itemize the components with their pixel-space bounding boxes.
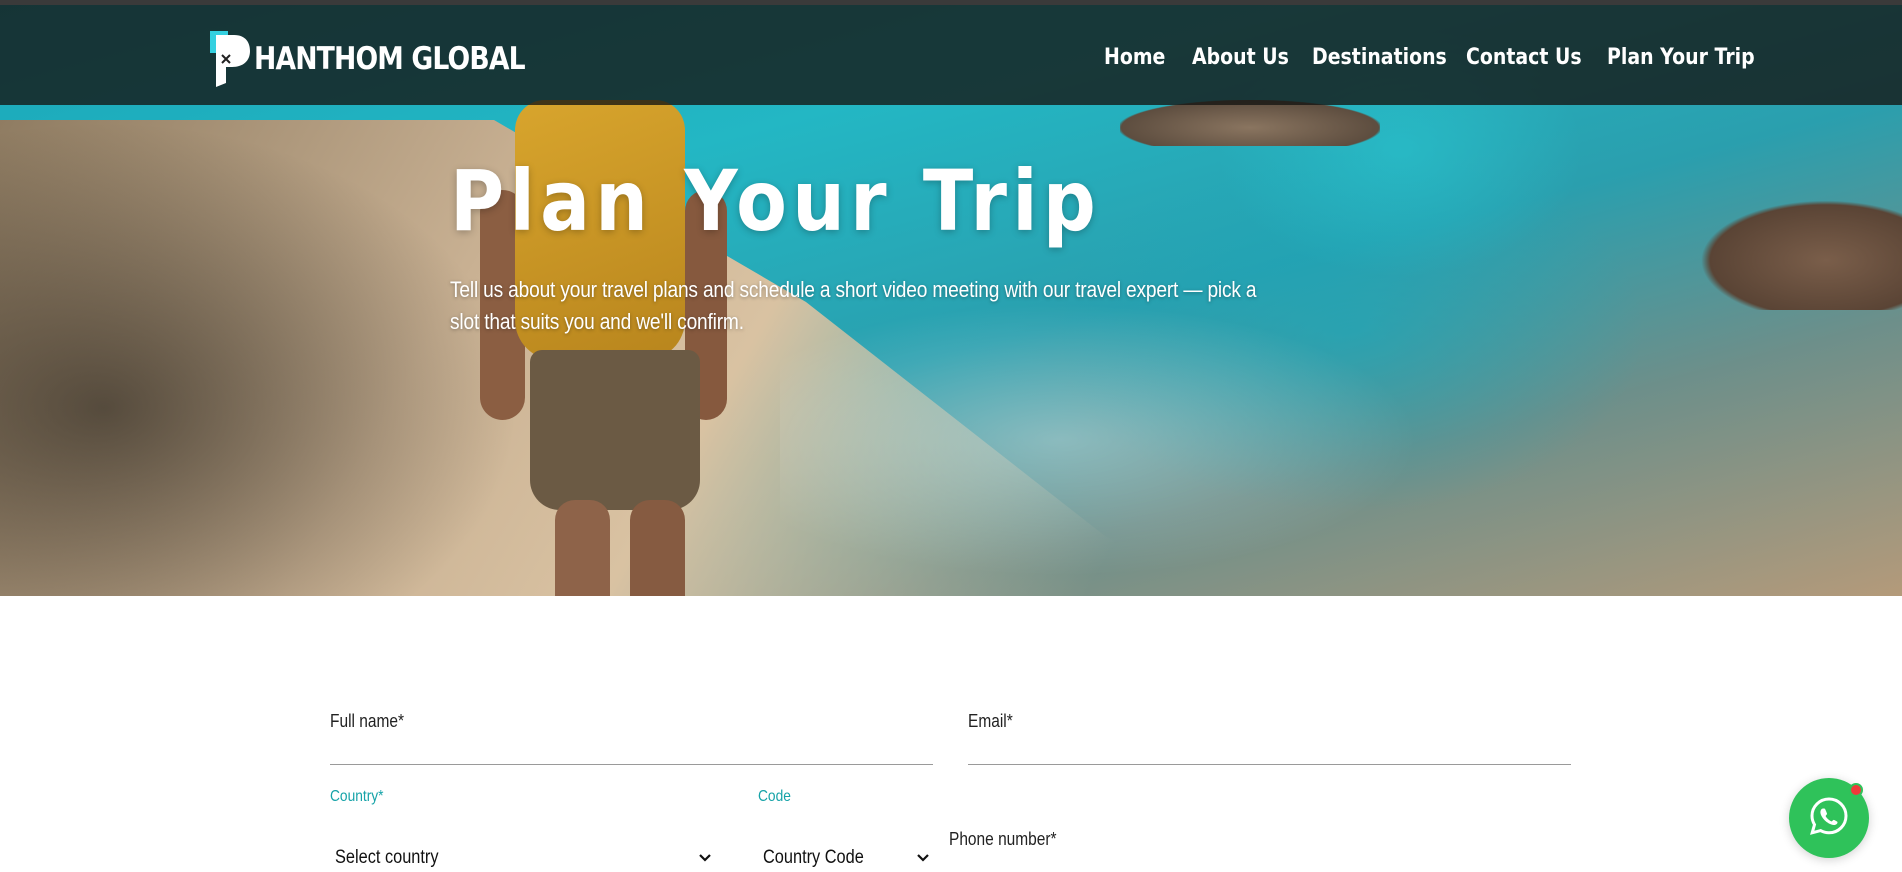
nav-home[interactable]: Home (1104, 45, 1165, 70)
email-field[interactable] (968, 764, 1571, 765)
country-select[interactable]: Select country (335, 845, 713, 871)
nav-plan-your-trip[interactable]: Plan Your Trip (1607, 45, 1755, 70)
nav-contact-us[interactable]: Contact Us (1466, 45, 1582, 70)
main-nav: Home About Us Destinations Contact Us Pl… (1104, 45, 1755, 70)
full-name-label: Full name* (330, 711, 405, 731)
page-subtitle: Tell us about your travel plans and sche… (450, 277, 1257, 334)
whatsapp-icon (1807, 794, 1851, 843)
page-title: Plan Your Trip (450, 152, 1102, 250)
chevron-down-icon (915, 850, 931, 866)
hero-rocks-right (1700, 200, 1902, 310)
email-label: Email* (968, 711, 1013, 731)
full-name-field[interactable] (330, 764, 933, 765)
brand-logo[interactable]: HANTHOM GLOBAL (210, 29, 569, 89)
country-select-value: Select country (335, 847, 439, 868)
hero-shade (0, 120, 520, 596)
country-code-select[interactable]: Country Code (763, 845, 931, 871)
country-code-value: Country Code (763, 847, 864, 868)
whatsapp-button[interactable] (1789, 778, 1869, 858)
logo-icon (210, 31, 250, 87)
nav-destinations[interactable]: Destinations (1312, 45, 1447, 70)
nav-about-us[interactable]: About Us (1192, 45, 1289, 70)
notification-dot (1849, 783, 1863, 797)
top-navigation: HANTHOM GLOBAL Home About Us Destination… (0, 0, 1902, 105)
country-label: Country* (330, 788, 384, 805)
phone-label: Phone number* (949, 829, 1057, 849)
brand-name: HANTHOM GLOBAL (254, 41, 526, 77)
hero-rocks (1120, 100, 1380, 146)
chevron-down-icon (697, 850, 713, 866)
code-label: Code (758, 788, 791, 805)
